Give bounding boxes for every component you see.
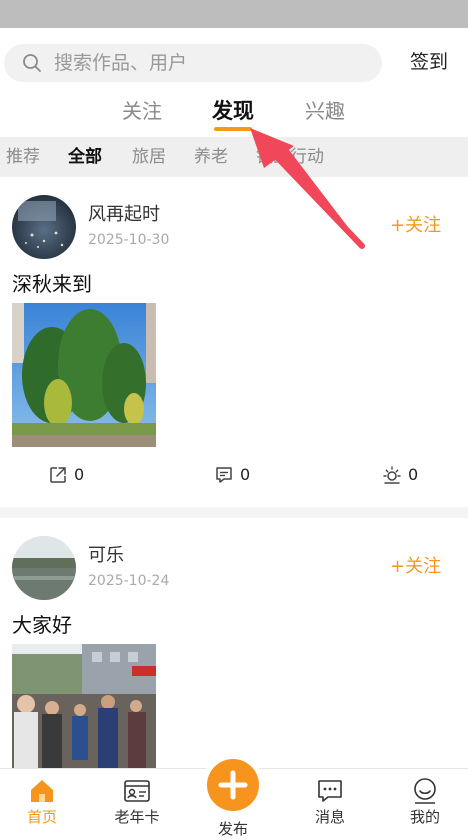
comment-stat[interactable]: 0: [214, 463, 250, 487]
comment-icon: [216, 467, 232, 483]
nav-messages-label: 消息: [314, 808, 345, 826]
author-name[interactable]: 风再起时: [88, 203, 160, 227]
like-stat[interactable]: 0: [382, 463, 418, 487]
category-tabs: 推荐 全部 旅居 养老 银龄行动: [0, 137, 468, 177]
search-input[interactable]: 搜索作品、用户: [4, 44, 382, 82]
tab-interest[interactable]: 兴趣: [305, 98, 345, 124]
search-icon: [23, 54, 41, 72]
follow-button[interactable]: +关注: [390, 555, 441, 579]
nav-publish-label[interactable]: 发布: [193, 819, 273, 839]
status-bar: [0, 0, 468, 28]
feed-divider: [0, 507, 468, 518]
post-card[interactable]: 可乐 2025-10-24 +关注 大家好: [0, 518, 468, 768]
post-date: 2025-10-24: [88, 573, 170, 589]
share-count: 0: [74, 465, 85, 484]
category-tab-sojourn[interactable]: 旅居: [132, 146, 166, 168]
plus-icon: [218, 770, 248, 800]
category-tab-elderly-care[interactable]: 养老: [194, 146, 228, 168]
post-image[interactable]: [12, 644, 156, 768]
id-card-icon: [124, 780, 150, 802]
search-row: 搜索作品、用户 签到: [0, 28, 468, 94]
nav-senior-card-label: 老年卡: [114, 808, 160, 826]
share-stat[interactable]: 0: [48, 463, 84, 487]
tab-discover[interactable]: 发现: [212, 98, 254, 124]
bottom-nav: 首页 老年卡 发布 消息 我的: [0, 759, 468, 840]
like-count: 0: [408, 465, 419, 484]
nav-profile[interactable]: 我的: [385, 769, 465, 840]
publish-button[interactable]: [207, 759, 259, 811]
post-card[interactable]: 风再起时 2025-10-30 +关注 深秋来到 0 0 0: [0, 177, 468, 507]
post-date: 2025-10-30: [88, 232, 170, 248]
nav-profile-label: 我的: [409, 808, 440, 826]
profile-icon: [414, 778, 436, 804]
nav-messages[interactable]: 消息: [290, 769, 370, 840]
main-tabs: 关注 发现 兴趣: [0, 94, 468, 136]
tab-follow[interactable]: 关注: [122, 98, 162, 124]
category-tab-silver-action[interactable]: 银龄行动: [256, 146, 324, 168]
home-icon: [31, 780, 53, 802]
nav-senior-card[interactable]: 老年卡: [97, 769, 177, 840]
nav-home-label: 首页: [26, 808, 57, 826]
author-name[interactable]: 可乐: [88, 544, 124, 568]
nav-home[interactable]: 首页: [2, 769, 82, 840]
category-tab-all[interactable]: 全部: [68, 146, 102, 168]
active-tab-indicator: [214, 127, 252, 131]
category-tab-recommend[interactable]: 推荐: [6, 146, 40, 168]
message-icon: [318, 780, 342, 802]
post-title: 大家好: [12, 613, 72, 637]
avatar[interactable]: [12, 536, 76, 600]
post-title: 深秋来到: [12, 272, 92, 296]
share-icon: [50, 467, 66, 483]
follow-button[interactable]: +关注: [390, 214, 441, 238]
comment-count: 0: [240, 465, 251, 484]
search-placeholder: 搜索作品、用户: [54, 52, 188, 74]
sun-icon: [383, 466, 401, 484]
avatar[interactable]: [12, 195, 76, 259]
post-stats: 0 0 0: [0, 463, 468, 487]
post-image[interactable]: [12, 303, 156, 447]
signin-button[interactable]: 签到: [410, 50, 448, 74]
